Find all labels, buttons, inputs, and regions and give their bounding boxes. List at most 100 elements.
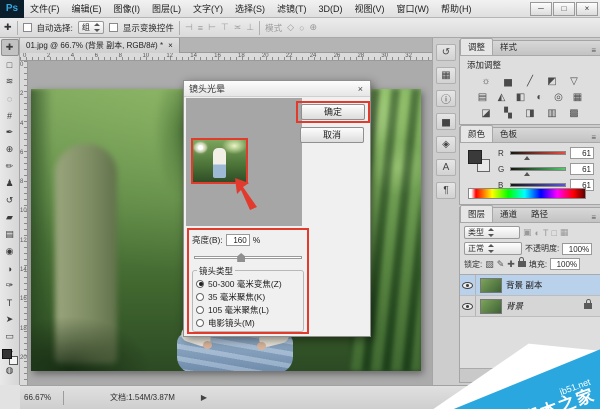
align-middle-icon[interactable]: ≍ xyxy=(234,22,242,33)
3d-mode-icon-2[interactable]: ○ xyxy=(299,23,304,33)
quick-selection-tool[interactable]: ◌ xyxy=(1,90,19,107)
layer-name[interactable]: 背景 xyxy=(506,300,523,312)
tab-channels[interactable]: 通道 xyxy=(493,206,524,222)
align-bottom-icon[interactable]: ⊥ xyxy=(246,22,254,33)
fill-input[interactable]: 100% xyxy=(550,258,580,270)
brightness-input[interactable]: 160 xyxy=(226,234,250,246)
dodge-tool[interactable]: ◑ xyxy=(1,260,19,277)
menu-file[interactable]: 文件(F) xyxy=(24,0,66,18)
histogram-panel-icon[interactable]: ▅ xyxy=(436,113,456,130)
menu-select[interactable]: 选择(S) xyxy=(229,0,271,18)
active-tool-icon[interactable]: ✚ xyxy=(4,22,12,33)
lock-transparency-icon[interactable]: ▨ xyxy=(485,259,494,270)
align-left-icon[interactable]: ⊣ xyxy=(185,22,193,33)
menu-type[interactable]: 文字(Y) xyxy=(187,0,229,18)
foreground-color-swatch[interactable] xyxy=(2,349,12,359)
lock-paint-icon[interactable]: ✎ xyxy=(497,259,505,270)
dialog-title-bar[interactable]: 镜头光晕 × xyxy=(184,81,370,97)
history-brush-tool[interactable]: ↺ xyxy=(1,192,19,209)
3d-mode-icon-3[interactable]: ⊕ xyxy=(310,22,318,33)
menu-view[interactable]: 视图(V) xyxy=(349,0,391,18)
photo-filter-icon[interactable]: ◐ xyxy=(533,92,546,103)
tab-color[interactable]: 颜色 xyxy=(460,125,493,142)
maximize-button[interactable]: □ xyxy=(553,2,575,16)
green-slider[interactable] xyxy=(510,167,566,171)
visibility-toggle[interactable] xyxy=(460,296,476,316)
tab-layers[interactable]: 图层 xyxy=(460,205,493,222)
lock-position-icon[interactable]: ✚ xyxy=(507,259,515,270)
document-tab[interactable]: 01.jpg @ 66.7% (背景 副本, RGB/8#) * × xyxy=(20,38,180,53)
black-white-icon[interactable]: ◧ xyxy=(514,92,527,103)
color-spectrum-bar[interactable] xyxy=(468,188,586,199)
3d-mode-icon-1[interactable]: ◇ xyxy=(287,22,294,33)
info-panel-icon[interactable]: ⓘ xyxy=(436,90,456,107)
tab-swatches[interactable]: 色板 xyxy=(493,126,524,142)
blue-slider[interactable] xyxy=(510,183,566,187)
dialog-close-icon[interactable]: × xyxy=(356,84,365,94)
menu-edit[interactable]: 编辑(E) xyxy=(66,0,108,18)
auto-select-group-dropdown[interactable]: 组 xyxy=(78,21,104,34)
flare-center-point[interactable] xyxy=(198,145,203,150)
auto-select-checkbox[interactable] xyxy=(23,23,32,32)
curves-icon[interactable]: ╱ xyxy=(524,76,537,87)
layer-style-icon[interactable]: fx xyxy=(530,371,536,380)
invert-icon[interactable]: ◪ xyxy=(480,108,493,119)
menu-window[interactable]: 窗口(W) xyxy=(391,0,436,18)
filter-type-dropdown[interactable]: 类型 xyxy=(464,226,520,239)
slider-track[interactable] xyxy=(194,256,302,259)
color-balance-icon[interactable]: ◭ xyxy=(495,92,508,103)
zoom-level-input[interactable]: 66.67% xyxy=(20,391,64,405)
ok-button[interactable]: 确定 xyxy=(301,104,365,120)
new-fill-layer-icon[interactable]: ▢ xyxy=(558,371,566,380)
pen-tool[interactable]: ✑ xyxy=(1,277,19,294)
filter-smart-icon[interactable]: ▦ xyxy=(560,227,569,238)
gradient-tool[interactable]: ▤ xyxy=(1,226,19,243)
healing-brush-tool[interactable]: ⊕ xyxy=(1,141,19,158)
gradient-map-icon[interactable]: ▥ xyxy=(546,108,559,119)
brightness-contrast-icon[interactable]: ☼ xyxy=(480,76,493,87)
crop-tool[interactable]: # xyxy=(1,107,19,124)
navigator-panel-icon[interactable]: ◈ xyxy=(436,136,456,153)
color-lookup-icon[interactable]: ▦ xyxy=(571,92,584,103)
lens-option-105mm[interactable]: 105 毫米聚焦(L) xyxy=(196,303,300,316)
filter-adjustment-icon[interactable]: ◐ xyxy=(535,228,540,238)
vibrance-icon[interactable]: ▽ xyxy=(568,76,581,87)
marquee-tool[interactable]: □ xyxy=(1,56,19,73)
path-selection-tool[interactable]: ➤ xyxy=(1,311,19,328)
color-panel-swatch[interactable] xyxy=(468,150,490,172)
lens-option-35mm[interactable]: 35 毫米聚焦(K) xyxy=(196,290,300,303)
slider-thumb[interactable] xyxy=(237,253,245,262)
brightness-slider[interactable] xyxy=(194,253,302,262)
hue-saturation-icon[interactable]: ▤ xyxy=(476,92,489,103)
red-slider[interactable] xyxy=(510,151,566,155)
threshold-icon[interactable]: ◨ xyxy=(524,108,537,119)
filter-type-icon[interactable]: T xyxy=(543,228,549,238)
lens-option-50-300[interactable]: 50-300 毫米变焦(Z) xyxy=(196,277,300,290)
link-layers-icon[interactable]: ⧉ xyxy=(518,371,524,381)
menu-image[interactable]: 图像(I) xyxy=(108,0,147,18)
foreground-color-swatch[interactable] xyxy=(468,150,482,164)
eraser-tool[interactable]: ▰ xyxy=(1,209,19,226)
menu-layer[interactable]: 图层(L) xyxy=(146,0,187,18)
foreground-background-swatch[interactable] xyxy=(2,349,18,365)
move-tool[interactable]: ✚ xyxy=(1,39,19,56)
lens-option-movie-prime[interactable]: 电影镜头(M) xyxy=(196,316,300,329)
slider-thumb[interactable] xyxy=(524,172,530,176)
radio-icon[interactable] xyxy=(196,280,204,288)
delete-layer-icon[interactable]: ▦ xyxy=(586,371,594,380)
radio-icon[interactable] xyxy=(196,293,204,301)
layer-row-background-copy[interactable]: 背景 副本 xyxy=(460,275,600,296)
layer-thumbnail[interactable] xyxy=(480,278,502,293)
shape-tool[interactable]: ▭ xyxy=(1,328,19,345)
posterize-icon[interactable]: ▚ xyxy=(502,108,515,119)
lasso-tool[interactable]: ≋ xyxy=(1,73,19,90)
brush-tool[interactable]: ✏ xyxy=(1,158,19,175)
red-value-input[interactable]: 61 xyxy=(570,147,594,159)
visibility-toggle[interactable] xyxy=(460,275,476,295)
status-options-arrow[interactable]: ▶ xyxy=(201,393,207,402)
green-value-input[interactable]: 61 xyxy=(570,163,594,175)
lock-all-icon[interactable] xyxy=(518,261,526,267)
clone-stamp-tool[interactable]: ♟ xyxy=(1,175,19,192)
layer-mask-icon[interactable]: ◧ xyxy=(544,371,552,380)
type-tool[interactable]: T xyxy=(1,294,19,311)
